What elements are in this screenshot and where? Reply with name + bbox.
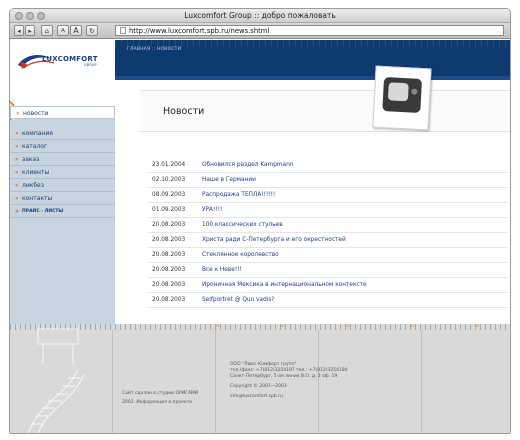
news-title-link[interactable]: Selfportret @ Quo vadis? [202, 293, 274, 308]
news-row: 02.10.2003 Наше в Германии [148, 173, 508, 188]
news-date: 02.10.2003 [152, 177, 186, 183]
ruler-mark: 00 [410, 324, 415, 328]
sidebar-nav: новости компания каталог заказ клиенты л… [10, 106, 115, 218]
news-date: 20.08.2003 [152, 237, 186, 243]
header-band: ГЛАВНАЯ :: НОВОСТИ [115, 40, 510, 76]
news-title-link[interactable]: Стеклянное королевство [202, 248, 279, 263]
nav-item-order[interactable]: заказ [10, 153, 115, 166]
news-list: 23.01.2004 Обновился раздел Kampmann 02.10… [148, 158, 508, 308]
breadcrumb[interactable]: ГЛАВНАЯ :: НОВОСТИ [127, 47, 181, 52]
ruler-mark: 00 [280, 324, 285, 328]
news-date: 20.08.2003 [152, 222, 186, 228]
news-date: 20.08.2003 [152, 297, 186, 303]
news-title-link[interactable]: Наше в Германии [202, 173, 256, 188]
title-bar: Luxcomfort Group :: добро пожаловать [10, 9, 510, 23]
news-title-link[interactable]: 100 классических стульев [202, 218, 283, 233]
footer-contacts: ООО "Люкс Комфорт групп" тел./факс: +7(8… [230, 362, 348, 400]
back-button[interactable]: ◂ [14, 25, 24, 36]
staircase-illustration [27, 328, 85, 433]
ruler-mark: 00 [215, 324, 220, 328]
news-row: 20.08.2003 Все к Неве!!! [148, 263, 508, 278]
nav-item-price-lists[interactable]: ПРАЙС - ЛИСТЫ [10, 205, 115, 218]
footer-credits: Сайт сделан в студии ОРИГАМИ 2003. Инфор… [122, 389, 198, 407]
logo-subtext: GROUP [84, 63, 97, 67]
ruler-mark: 00 [475, 324, 480, 328]
nav-item-clients[interactable]: клиенты [10, 166, 115, 179]
page-title-box: Новости [140, 90, 510, 132]
news-date: 23.01.2004 [152, 162, 186, 168]
browser-window: Luxcomfort Group :: добро пожаловать ◂ ▸… [9, 8, 511, 434]
nav-item-contacts[interactable]: контакты [10, 192, 115, 205]
sidebar-top-spacer [10, 80, 115, 108]
nav-item-news[interactable]: новости [10, 106, 115, 120]
news-date: 20.08.2003 [152, 282, 186, 288]
news-title-link[interactable]: Распродажа ТЕПЛА!!!!!! [202, 188, 275, 203]
email-link[interactable]: info@luxcomfort.spb.ru [230, 394, 348, 400]
address-bar[interactable]: http://www.luxcomfort.spb.ru/news.shtml [115, 25, 504, 36]
news-row: 20.08.2003 100 классических стульев [148, 218, 508, 233]
news-row: 01.09.2003 УРА!!!! [148, 203, 508, 218]
news-row: 20.08.2003 Христа ради С-Петербурга и его… [148, 233, 508, 248]
ruler-mark: 00 [345, 324, 350, 328]
browser-toolbar: ◂ ▸ ⌂ A A ↻ http://www.luxcomfort.spb.ru… [10, 23, 510, 39]
nav-item-likbez[interactable]: ликбез [10, 179, 115, 192]
news-title-link[interactable]: Ироничная Мексика в интернациональном ко… [202, 278, 367, 293]
news-date: 01.09.2003 [152, 207, 186, 213]
site-logo[interactable]: LUXCOMFORT GROUP [10, 40, 115, 80]
news-title-link[interactable]: Христа ради С-Петербурга и его окрестнос… [202, 233, 346, 248]
news-row: 20.08.2003 Ироничная Мексика в интернацио… [148, 278, 508, 293]
header-ruler [115, 40, 510, 47]
news-title-link[interactable]: Обновился раздел Kampmann [202, 158, 293, 173]
text-bigger-button[interactable]: A [70, 25, 82, 36]
header-stripe [115, 76, 510, 80]
studio-credit-link[interactable]: Сайт сделан в студии ОРИГАМИ [122, 389, 198, 398]
news-title-link[interactable]: Все к Неве!!! [202, 263, 242, 278]
news-date: 08.09.2003 [152, 192, 186, 198]
news-row: 23.01.2004 Обновился раздел Kampmann [148, 158, 508, 173]
news-row: 08.09.2003 Распродажа ТЕПЛА!!!!!! [148, 188, 508, 203]
news-row: 20.08.2003 Selfportret @ Quo vadis? [148, 293, 508, 308]
home-button[interactable]: ⌂ [41, 25, 53, 36]
forward-button[interactable]: ▸ [25, 25, 35, 36]
reload-button[interactable]: ↻ [86, 25, 98, 36]
tv-image [382, 77, 423, 113]
news-row: 20.08.2003 Стеклянное королевство [148, 248, 508, 263]
logo-text: LUXCOMFORT [42, 55, 98, 63]
url-text: http://www.luxcomfort.spb.ru/news.shtml [129, 27, 270, 35]
page-title: Новости [163, 106, 205, 117]
page-icon [120, 27, 126, 34]
window-title: Luxcomfort Group :: добро пожаловать [184, 11, 336, 20]
news-date: 20.08.2003 [152, 267, 186, 273]
page-viewport: LUXCOMFORT GROUP ГЛАВНАЯ :: НОВОСТИ ново… [10, 40, 510, 433]
address: Санкт-Петербург, 5-ая линия В.О. д. 2 оф… [230, 374, 338, 379]
tv-photo [372, 65, 432, 131]
nav-item-company[interactable]: компания [10, 127, 115, 140]
project-info-link[interactable]: 2003. Информация о проекте [122, 398, 198, 407]
news-title-link[interactable]: УРА!!!! [202, 203, 222, 218]
text-smaller-button[interactable]: A [57, 25, 69, 36]
nav-item-catalog[interactable]: каталог [10, 140, 115, 153]
news-date: 20.08.2003 [152, 252, 186, 258]
